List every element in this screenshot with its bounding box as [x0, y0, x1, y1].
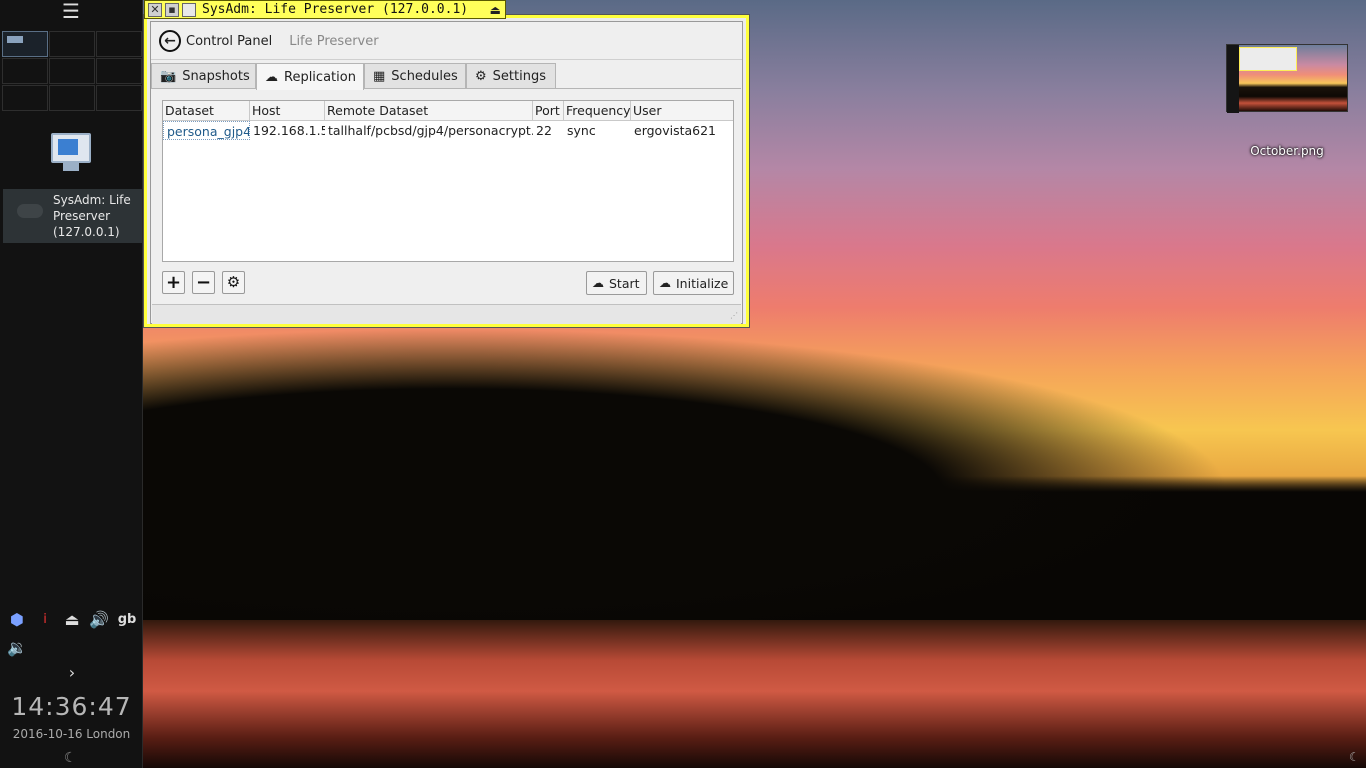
workspace-3[interactable]: [96, 31, 142, 57]
tab-bar: 📷 Snapshots ☁ Replication ▦ Schedules ⚙ …: [151, 59, 742, 90]
moon-icon[interactable]: ☾: [64, 750, 77, 766]
workspace-8[interactable]: [49, 85, 95, 111]
workspace-7[interactable]: [2, 85, 48, 111]
moon-icon: ☾: [1349, 750, 1360, 764]
back-arrow-icon[interactable]: ←: [159, 30, 181, 52]
tab-replication[interactable]: ☁ Replication: [256, 63, 364, 90]
info-icon[interactable]: ⅰ: [33, 608, 57, 632]
bell-icon[interactable]: ⏏: [490, 3, 501, 17]
tab-settings[interactable]: ⚙ Settings: [466, 63, 556, 89]
initialize-button-label: Initialize: [676, 275, 729, 291]
cloud-icon: ☁: [659, 276, 671, 290]
window-title: SysAdm: Life Preserver (127.0.0.1): [202, 2, 469, 17]
cell-user: ergovista621: [634, 123, 716, 138]
cell-dataset: persona_gjp4: [163, 121, 250, 140]
workspace-1[interactable]: [2, 31, 48, 57]
initialize-button[interactable]: ☁ Initialize: [653, 271, 734, 295]
left-panel: ☰ SysAdm: Life Preserver (127.0.0.1) ⬢ ⅰ…: [0, 0, 143, 768]
close-icon[interactable]: ✕: [148, 2, 162, 17]
workspace-2[interactable]: [49, 31, 95, 57]
drive-icon[interactable]: ⏏: [60, 608, 84, 632]
workspace-4[interactable]: [2, 58, 48, 84]
workspace-9[interactable]: [96, 85, 142, 111]
cube-icon[interactable]: ⬢: [5, 608, 29, 632]
volume-icon[interactable]: 🔊: [87, 608, 111, 632]
replication-panel: Dataset Host Remote Dataset Port Frequen…: [152, 88, 741, 303]
workspace-switcher: [2, 31, 143, 112]
clock-date: 2016-10-16 London: [12, 727, 131, 741]
window-body: ← Control Panel Life Preserver 📷 Snapsho…: [150, 21, 743, 324]
workspace-5[interactable]: [49, 58, 95, 84]
workspace-6[interactable]: [96, 58, 142, 84]
table-header: Dataset Host Remote Dataset Port Frequen…: [163, 101, 733, 121]
column-header-host[interactable]: Host: [250, 101, 325, 121]
file-thumbnail: [1226, 44, 1348, 113]
cloud-upload-icon: ☁: [265, 69, 278, 85]
window-frame: ← Control Panel Life Preserver 📷 Snapsho…: [143, 14, 750, 328]
tab-schedules[interactable]: ▦ Schedules: [364, 63, 466, 89]
start-menu-icon[interactable]: ☰: [58, 0, 84, 22]
file-name-label: October.png: [1250, 144, 1324, 158]
column-header-remote-dataset[interactable]: Remote Dataset: [325, 101, 533, 121]
page-title: Life Preserver: [289, 33, 379, 49]
cell-host: 192.168.1.5: [253, 123, 325, 138]
tab-label: Snapshots: [182, 69, 250, 84]
resize-grip[interactable]: ⋰: [730, 311, 740, 321]
keyboard-layout[interactable]: gb: [115, 608, 139, 632]
cell-frequency: sync: [567, 123, 596, 138]
replication-table[interactable]: Dataset Host Remote Dataset Port Frequen…: [162, 100, 734, 262]
tab-label: Replication: [284, 69, 356, 85]
audio-icon[interactable]: 🔉: [5, 636, 29, 660]
clock-time[interactable]: 14:36:47: [0, 692, 143, 721]
life-preserver-window: ← Control Panel Life Preserver 📷 Snapsho…: [143, 0, 750, 329]
calendar-icon: ▦: [373, 69, 386, 84]
cell-port: 22: [536, 123, 552, 138]
cloud-upload-icon: ☁: [592, 276, 604, 290]
status-bar: [152, 304, 741, 324]
control-panel-link[interactable]: Control Panel: [186, 34, 272, 49]
remove-icon[interactable]: −: [192, 271, 215, 294]
camera-icon: 📷: [160, 69, 177, 84]
add-icon[interactable]: +: [162, 271, 185, 294]
cloud-icon: [3, 189, 53, 243]
taskbar-entry-label: SysAdm: Life Preserver (127.0.0.1): [53, 193, 131, 239]
start-button-label: Start: [609, 275, 640, 291]
window-titlebar[interactable]: ✕ ▪ SysAdm: Life Preserver (127.0.0.1) ⏏: [144, 0, 506, 19]
cell-remote-dataset: tallhalf/pcbsd/gjp4/personacrypt...: [328, 123, 533, 138]
gear-icon[interactable]: ⚙: [222, 271, 245, 294]
taskbar-entry-sysadm[interactable]: SysAdm: Life Preserver (127.0.0.1): [3, 189, 142, 243]
column-header-frequency[interactable]: Frequency: [564, 101, 631, 121]
system-tray: ⬢ ⅰ ⏏ 🔊 gb 🔉: [3, 608, 143, 668]
breadcrumb: ← Control Panel Life Preserver: [159, 28, 379, 54]
table-toolbar: + − ⚙ ☁ Start ☁ Initialize: [162, 271, 734, 297]
chevron-right-icon[interactable]: ›: [64, 663, 80, 682]
tab-label: Settings: [492, 69, 546, 84]
column-header-user[interactable]: User: [631, 101, 733, 121]
gear-icon: ⚙: [475, 69, 487, 84]
column-header-dataset[interactable]: Dataset: [163, 101, 250, 121]
minimize-icon[interactable]: ▪: [165, 2, 179, 17]
tab-snapshots[interactable]: 📷 Snapshots: [151, 63, 256, 89]
start-button[interactable]: ☁ Start: [586, 271, 647, 295]
tab-label: Schedules: [391, 69, 458, 84]
maximize-icon[interactable]: [182, 2, 196, 17]
show-desktop-icon[interactable]: [49, 133, 93, 173]
desktop-file-october[interactable]: October.png: [1226, 44, 1348, 164]
wallpaper-treeline: [143, 300, 1366, 620]
column-header-port[interactable]: Port: [533, 101, 564, 121]
